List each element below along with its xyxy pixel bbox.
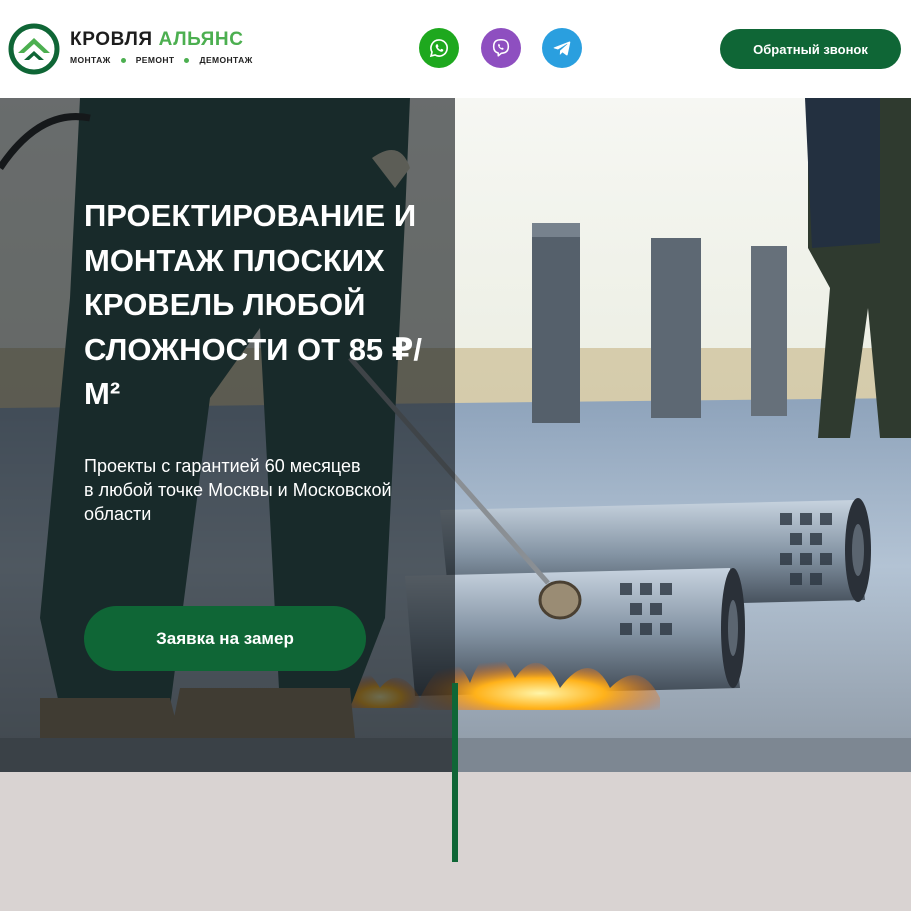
tagline-item: МОНТАЖ xyxy=(70,55,111,65)
tagline-item: РЕМОНТ xyxy=(135,55,175,65)
telegram-button[interactable] xyxy=(542,28,582,68)
site-header: КРОВЛЯ АЛЬЯНС МОНТАЖ РЕМОНТ ДЕМОНТАЖ Обра… xyxy=(0,0,911,98)
brand-name-part2: АЛЬЯНС xyxy=(158,29,244,50)
callback-button[interactable]: Обратный звонок xyxy=(720,29,901,69)
hero-title: ПРОЕКТИРОВАНИЕ И МОНТАЖ ПЛОСКИХ КРОВЕЛЬ … xyxy=(84,198,422,411)
hero-subtitle: Проекты с гарантией 60 месяцев в любой т… xyxy=(84,456,392,524)
brand-name: КРОВЛЯ АЛЬЯНС xyxy=(70,30,253,50)
viber-button[interactable] xyxy=(481,28,521,68)
scroll-indicator-line xyxy=(452,683,458,862)
brand-name-part1: КРОВЛЯ xyxy=(70,29,153,50)
whatsapp-icon xyxy=(429,39,448,58)
brand-tagline: МОНТАЖ РЕМОНТ ДЕМОНТАЖ xyxy=(70,55,253,65)
dot-icon xyxy=(120,57,126,63)
tagline-item: ДЕМОНТАЖ xyxy=(199,55,253,65)
telegram-icon xyxy=(553,41,571,56)
brand-block[interactable]: КРОВЛЯ АЛЬЯНС МОНТАЖ РЕМОНТ ДЕМОНТАЖ xyxy=(70,30,253,66)
whatsapp-button[interactable] xyxy=(419,28,459,68)
logo-icon[interactable] xyxy=(8,23,60,75)
measure-request-button[interactable]: Заявка на замер xyxy=(84,606,366,671)
dot-icon xyxy=(184,57,190,63)
viber-icon xyxy=(492,38,510,57)
hero-section: ПРОЕКТИРОВАНИЕ И МОНТАЖ ПЛОСКИХ КРОВЕЛЬ … xyxy=(0,98,911,772)
